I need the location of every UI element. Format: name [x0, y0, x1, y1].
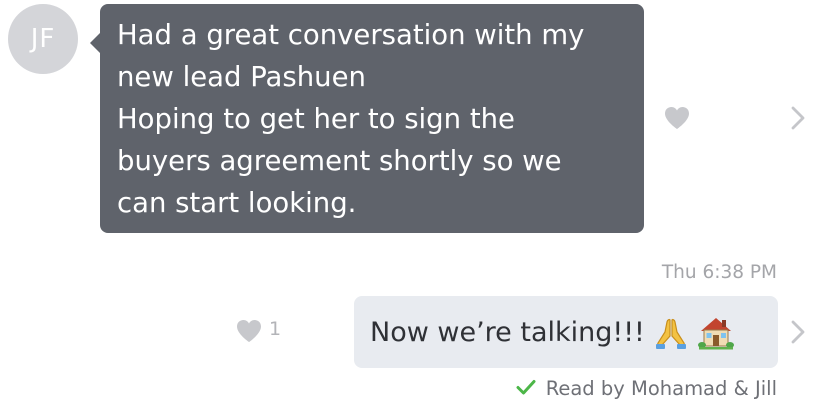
heart-icon[interactable]: [664, 106, 690, 130]
conversation-thread: JF Had a great conversation with my new …: [0, 0, 828, 416]
avatar[interactable]: JF: [8, 4, 78, 74]
checkmark-icon: [516, 379, 536, 399]
read-receipt: Read by Mohamad & Jill: [516, 377, 777, 400]
message-timestamp: Thu 6:38 PM: [661, 262, 777, 283]
house-with-garden-emoji: [697, 314, 735, 350]
like-count: 1: [269, 318, 282, 340]
message-line: Hoping to get her to sign the: [117, 103, 515, 135]
message-line: can start looking.: [117, 187, 357, 219]
chevron-right-icon[interactable]: [790, 106, 806, 130]
read-receipt-text: Read by Mohamad & Jill: [545, 377, 777, 400]
avatar-initials: JF: [30, 24, 56, 54]
message-text: Now we’re talking!!!: [370, 316, 645, 348]
outgoing-message-bubble[interactable]: Now we’re talking!!!: [354, 296, 778, 368]
message-line: buyers agreement shortly so we: [117, 145, 562, 177]
folded-hands-emoji: [653, 314, 689, 350]
chevron-right-icon[interactable]: [790, 320, 806, 344]
message-line: new lead Pashuen: [117, 61, 366, 93]
message-line: Had a great conversation with my: [117, 19, 585, 51]
heart-icon[interactable]: [236, 319, 262, 343]
incoming-message-bubble[interactable]: Had a great conversation with my new lea…: [90, 4, 644, 233]
